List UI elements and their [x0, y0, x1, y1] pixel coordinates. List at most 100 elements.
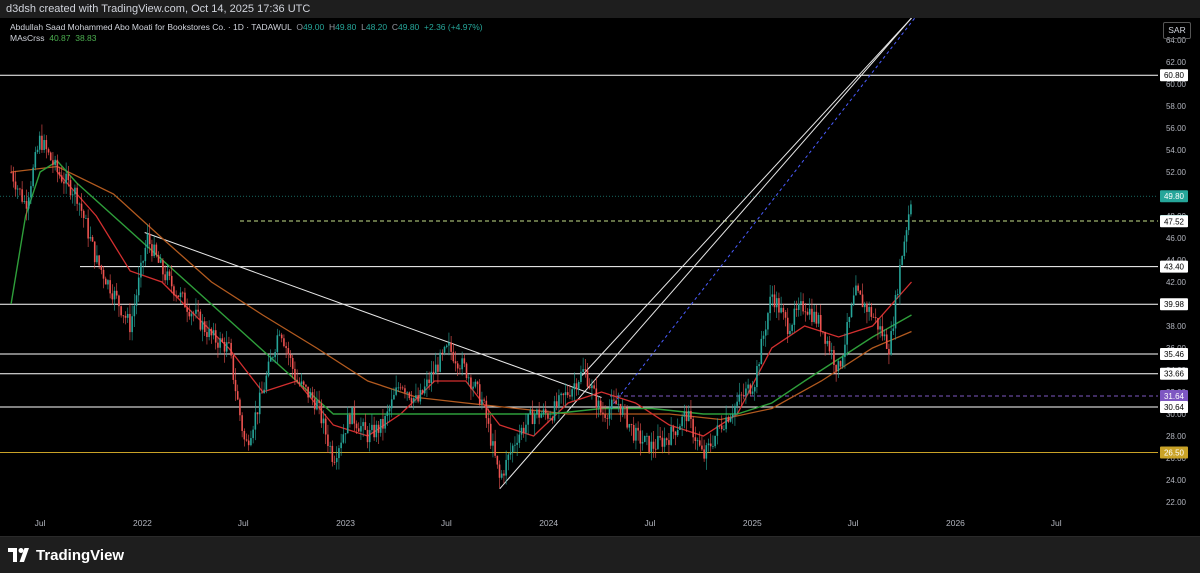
candle-body: [342, 434, 345, 443]
y-tick-label: 28.00: [1166, 432, 1187, 441]
candle-body: [219, 338, 221, 348]
candle-body: [855, 285, 857, 296]
candle-body: [707, 443, 710, 446]
candle-body: [830, 350, 833, 352]
candle-body: [745, 388, 747, 396]
candle-body: [439, 352, 441, 372]
candle-body: [771, 294, 774, 297]
time-axis: [0, 513, 1158, 536]
candle-body: [819, 314, 822, 332]
candle-body: [542, 409, 545, 415]
candle-body: [758, 364, 760, 367]
candle-body: [135, 295, 138, 306]
candle-body: [243, 430, 246, 440]
candle-body: [602, 412, 604, 415]
price-label-text: 35.46: [1164, 350, 1185, 359]
currency-button[interactable]: SAR: [1163, 22, 1191, 39]
candle-body: [811, 308, 813, 322]
candle-body: [225, 342, 228, 352]
candle-body: [54, 159, 56, 166]
candle-body: [705, 445, 708, 459]
candle-body: [507, 454, 510, 460]
tradingview-logo[interactable]: TradingView: [8, 544, 124, 566]
candle-body: [894, 295, 897, 329]
candle-body: [846, 322, 848, 345]
candle-body: [577, 381, 580, 390]
candle-body: [727, 417, 730, 422]
candle-body: [564, 392, 567, 396]
candle-body: [815, 311, 818, 324]
candle-body: [487, 418, 490, 424]
candle-body: [324, 418, 327, 435]
candle-body: [179, 292, 182, 298]
candle-body: [569, 395, 571, 397]
candle-body: [170, 275, 173, 287]
candle-body: [720, 425, 723, 430]
candle-body: [624, 406, 626, 408]
candle-body: [478, 384, 481, 405]
candle-body: [670, 426, 672, 445]
candle-body: [65, 173, 67, 184]
candle-body: [492, 441, 494, 446]
candle-body: [280, 334, 283, 339]
candle-body: [63, 181, 65, 184]
candle-body: [817, 314, 820, 324]
candle-body: [503, 473, 505, 476]
candle-body: [19, 188, 21, 190]
y-tick-label: 54.00: [1166, 146, 1187, 155]
candle-body: [870, 307, 873, 317]
candle-body: [547, 413, 549, 419]
candle-body: [619, 403, 622, 415]
candle-body: [87, 217, 89, 239]
candle-body: [287, 348, 290, 355]
candle-body: [320, 403, 323, 424]
candle-body: [903, 241, 906, 257]
candle-body: [604, 414, 606, 418]
x-tick-label: Jul: [848, 518, 859, 528]
candle-body: [351, 407, 353, 425]
y-tick-label: 22.00: [1166, 498, 1187, 507]
candle-body: [797, 304, 800, 310]
candle-body: [844, 344, 846, 358]
candle-body: [714, 435, 716, 447]
candle-body: [298, 382, 301, 385]
candle-body: [679, 426, 681, 430]
candle-body: [113, 290, 116, 300]
y-tick-label: 58.00: [1166, 102, 1187, 111]
price-label-text: 39.98: [1164, 300, 1185, 309]
candle-body: [881, 326, 884, 337]
candle-body: [386, 411, 389, 417]
candle-body: [401, 387, 404, 389]
candle-body: [430, 371, 433, 384]
y-tick-label: 62.00: [1166, 58, 1187, 67]
candle-body: [593, 385, 595, 389]
indicator-value-1: 40.87: [49, 33, 71, 43]
candle-body: [201, 321, 204, 330]
header-bar: d3dsh created with TradingView.com, Oct …: [0, 0, 1200, 19]
candle-body: [481, 399, 483, 405]
candle-body: [626, 407, 628, 428]
price-chart[interactable]: 22.0024.0026.0028.0030.0032.0034.0036.00…: [0, 17, 1200, 536]
candle-body: [333, 461, 336, 463]
candle-body: [133, 305, 136, 317]
candle-body: [657, 435, 659, 449]
chart-frame[interactable]: 22.0024.0026.0028.0030.0032.0034.0036.00…: [0, 17, 1200, 536]
candle-body: [498, 464, 501, 478]
candle-body: [663, 438, 666, 447]
candle-body: [247, 440, 250, 446]
candle-body: [687, 410, 690, 422]
candle-body: [274, 352, 276, 358]
high-value: 49.80: [335, 22, 357, 32]
candle-body: [232, 355, 235, 380]
candle-body: [331, 445, 334, 462]
y-tick-label: 56.00: [1166, 124, 1187, 133]
candle-body: [404, 388, 406, 393]
y-tick-label: 42.00: [1166, 278, 1187, 287]
candle-body: [263, 389, 265, 394]
candle-body: [511, 445, 514, 453]
candle-body: [91, 237, 94, 242]
candle-body: [696, 440, 699, 442]
candle-body: [236, 391, 239, 400]
candle-body: [738, 394, 741, 402]
candle-body: [104, 278, 107, 285]
